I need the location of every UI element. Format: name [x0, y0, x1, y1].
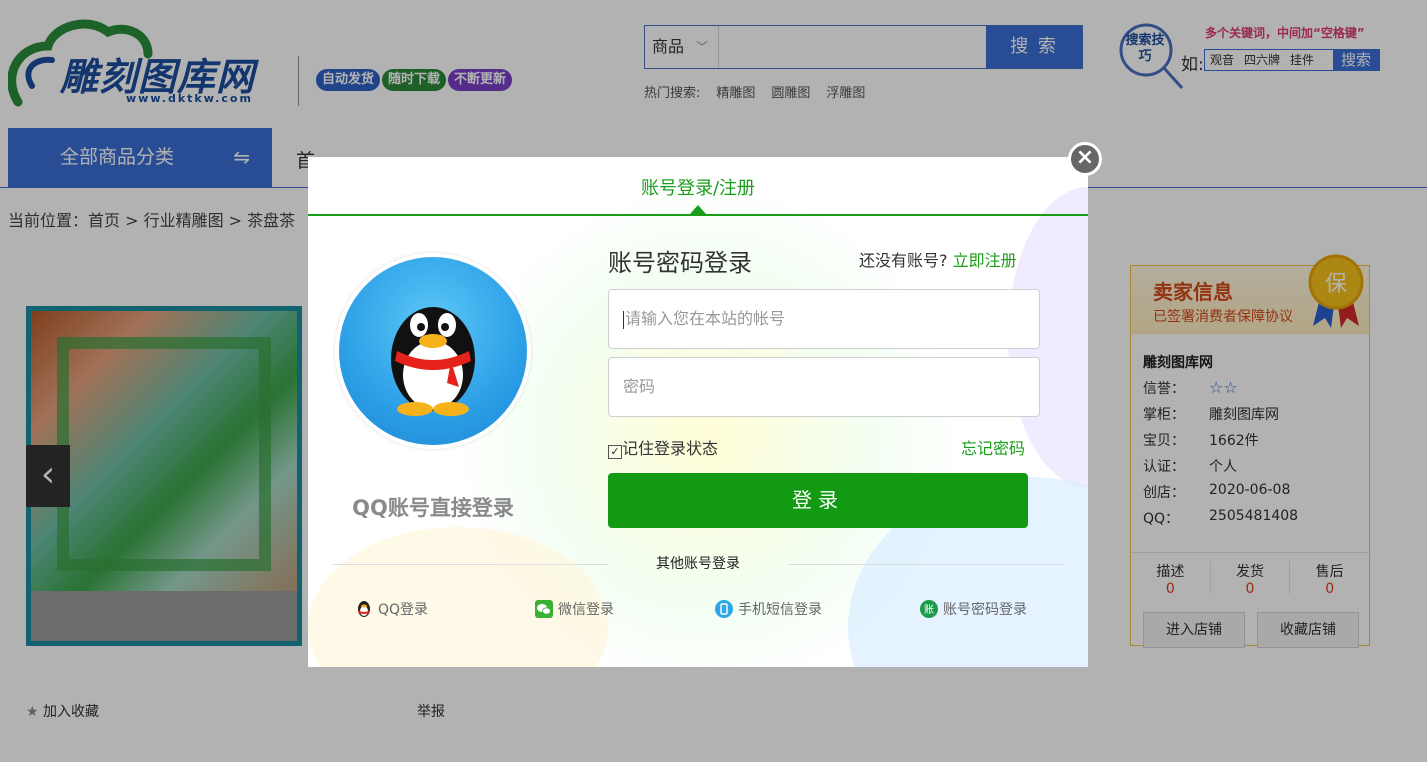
no-account-prompt: 还没有账号? 立即注册	[859, 247, 1017, 271]
qq-penguin-icon	[391, 307, 475, 416]
qq-login-option[interactable]: QQ登录	[355, 599, 428, 619]
login-button[interactable]: 登录	[608, 473, 1028, 528]
wechat-login-option[interactable]: 微信登录	[535, 599, 614, 619]
remember-me-label: 记住登录状态	[622, 439, 719, 458]
svg-text:账: 账	[924, 604, 934, 616]
qq-login-label: QQ登录	[378, 602, 429, 618]
social-login-options: QQ登录 微信登录 手机短信登录 账 账号密码登录	[308, 599, 1088, 623]
phone-icon	[715, 600, 733, 618]
login-tab-bar: 账号登录/注册	[308, 157, 1088, 216]
qq-direct-login-label[interactable]: QQ账号直接登录	[308, 492, 558, 522]
tab-account-login[interactable]: 账号登录/注册	[308, 174, 1088, 200]
password-placeholder: 密码	[623, 377, 656, 396]
checkbox-checked-icon: ✓	[608, 445, 622, 459]
forgot-password-link[interactable]: 忘记密码	[961, 435, 1025, 459]
account-login-option[interactable]: 账 账号密码登录	[920, 599, 1027, 619]
close-modal-button[interactable]: ×	[1068, 142, 1102, 176]
register-link[interactable]: 立即注册	[953, 251, 1017, 270]
other-login-label: 其他账号登录	[656, 556, 740, 572]
account-icon: 账	[920, 600, 938, 618]
login-modal: 账号登录/注册 QQ账号直接登录 账号密码登录 还没有账号? 立即注册 请输入您…	[308, 157, 1088, 667]
username-placeholder: 请输入您在本站的帐号	[625, 309, 786, 328]
username-field[interactable]: 请输入您在本站的帐号	[608, 289, 1040, 349]
account-login-label: 账号密码登录	[943, 602, 1027, 618]
wechat-icon	[535, 600, 553, 618]
text-cursor	[623, 310, 624, 329]
no-account-text: 还没有账号?	[859, 251, 948, 270]
qq-icon	[358, 601, 370, 617]
wechat-login-label: 微信登录	[558, 602, 614, 618]
sms-login-label: 手机短信登录	[738, 602, 822, 618]
tab-active-caret	[690, 205, 706, 214]
sms-login-option[interactable]: 手机短信登录	[715, 599, 822, 619]
password-field[interactable]: 密码	[608, 357, 1040, 417]
remember-me-checkbox[interactable]: ✓ 记住登录状态	[608, 435, 718, 459]
qq-login-avatar[interactable]	[335, 253, 531, 449]
login-form-title: 账号密码登录	[608, 249, 752, 277]
